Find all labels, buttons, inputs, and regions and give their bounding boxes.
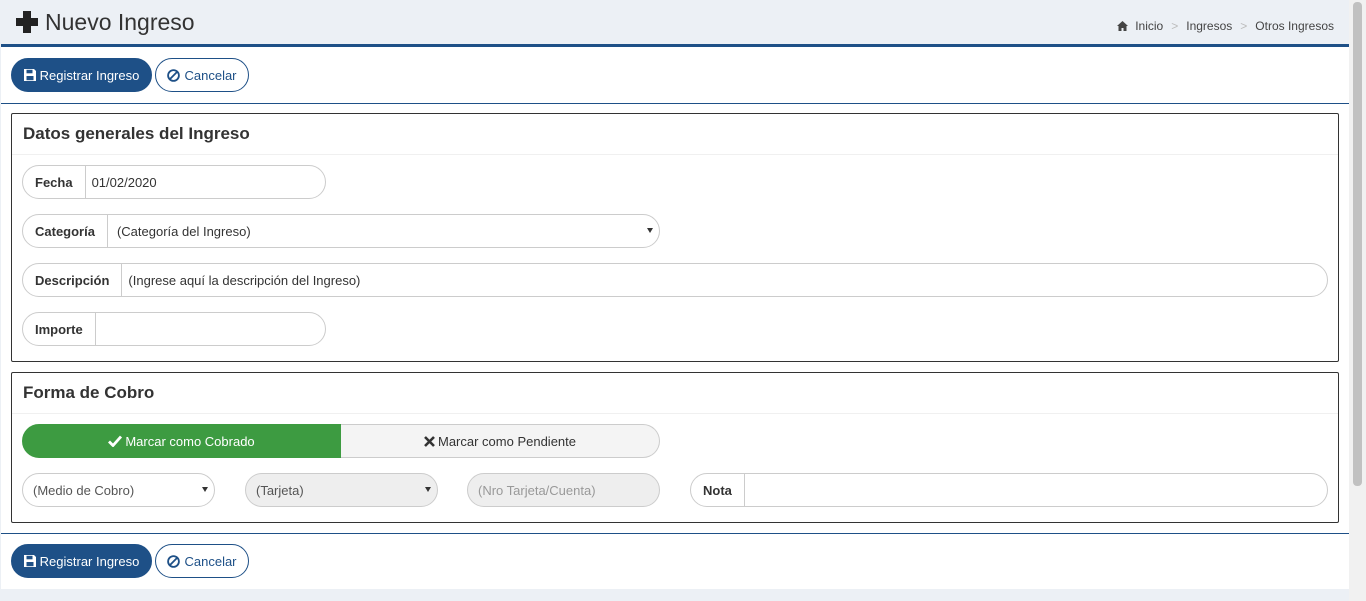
save-button[interactable]: Registrar Ingreso [11, 58, 152, 92]
general-panel-title: Datos generales del Ingreso [23, 124, 250, 143]
categoria-select-value: (Categoría del Ingreso) [116, 223, 251, 239]
nota-label: Nota [691, 474, 745, 506]
importe-group: Importe [22, 312, 326, 346]
tarjeta-select[interactable]: (Tarjeta) [245, 473, 438, 507]
scrollbar-thumb[interactable] [1353, 2, 1362, 486]
chevron-down-icon [425, 487, 431, 492]
descripcion-input[interactable]: (Ingrese aquí la descripción del Ingreso… [122, 264, 1327, 296]
categoria-select[interactable]: (Categoría del Ingreso) [108, 215, 659, 247]
fecha-group: Fecha 01/02/2020 [22, 165, 326, 199]
nro-tarjeta-input[interactable]: (Nro Tarjeta/Cuenta) [467, 473, 660, 507]
cancel-button-bottom-label: Cancelar [184, 553, 237, 569]
breadcrumb-inicio[interactable]: Inicio [1135, 19, 1163, 33]
save-icon [23, 69, 36, 81]
cobro-panel-header: Forma de Cobro [12, 373, 1338, 414]
pendiente-button-label: Marcar como Pendiente [437, 433, 576, 449]
importe-input[interactable] [96, 313, 325, 345]
page-title-text: Nuevo Ingreso [45, 9, 195, 35]
save-button-bottom-label: Registrar Ingreso [39, 553, 140, 569]
breadcrumb-ingresos[interactable]: Ingresos [1186, 19, 1232, 33]
cobro-panel: Forma de Cobro Marcar como Cobrado Marca… [11, 372, 1339, 523]
save-button-bottom[interactable]: Registrar Ingreso [11, 544, 152, 578]
categoria-label: Categoría [23, 215, 108, 247]
importe-label: Importe [23, 313, 96, 345]
resize-grip-icon[interactable] [1317, 496, 1325, 506]
footer-divider [1, 533, 1349, 534]
ban-icon [167, 68, 181, 82]
cobrado-button[interactable]: Marcar como Cobrado [22, 424, 341, 458]
home-icon [1117, 21, 1129, 31]
cobrado-button-label: Marcar como Cobrado [125, 433, 255, 449]
breadcrumb-separator: > [1171, 19, 1179, 33]
categoria-group: Categoría (Categoría del Ingreso) [22, 214, 660, 248]
save-icon [23, 555, 36, 567]
cancel-button-label: Cancelar [184, 67, 237, 83]
pendiente-button[interactable]: Marcar como Pendiente [341, 424, 660, 458]
cancel-button[interactable]: Cancelar [155, 58, 249, 92]
ban-icon [167, 554, 181, 568]
fecha-input[interactable]: 01/02/2020 [86, 166, 325, 198]
breadcrumb-separator: > [1240, 19, 1248, 33]
descripcion-group: Descripción (Ingrese aquí la descripción… [22, 263, 1328, 297]
page-title: Nuevo Ingreso [16, 8, 195, 36]
descripcion-label: Descripción [23, 264, 123, 296]
nota-group: Nota [690, 473, 1328, 507]
breadcrumb-otros-ingresos: Otros Ingresos [1255, 19, 1334, 33]
breadcrumb: Inicio > Ingresos > Otros Ingresos [1117, 19, 1334, 33]
cobro-panel-title: Forma de Cobro [23, 383, 155, 402]
cancel-button-bottom[interactable]: Cancelar [155, 544, 249, 578]
check-icon [108, 435, 123, 447]
tarjeta-value: (Tarjeta) [256, 482, 304, 498]
fecha-label: Fecha [23, 166, 86, 198]
nota-textarea[interactable] [745, 474, 1327, 506]
times-icon [424, 435, 435, 447]
nro-tarjeta-placeholder: (Nro Tarjeta/Cuenta) [478, 482, 596, 498]
chevron-down-icon [647, 228, 653, 233]
chevron-down-icon [202, 487, 208, 492]
general-panel: Datos generales del Ingreso Fecha 01/02/… [11, 113, 1339, 362]
plus-icon [16, 11, 38, 33]
medio-cobro-value: (Medio de Cobro) [33, 482, 135, 498]
general-panel-header: Datos generales del Ingreso [12, 114, 1338, 155]
top-toolbar: Registrar Ingreso Cancelar [1, 47, 1349, 104]
vertical-scrollbar[interactable] [1349, 0, 1366, 601]
save-button-label: Registrar Ingreso [39, 67, 140, 83]
medio-cobro-select[interactable]: (Medio de Cobro) [22, 473, 215, 507]
cobro-toggle: Marcar como Cobrado Marcar como Pendient… [22, 424, 660, 458]
content-header: Nuevo Ingreso Inicio > Ingresos > Otros … [0, 0, 1349, 46]
form-box: Registrar Ingreso Cancelar Datos general… [1, 44, 1349, 589]
